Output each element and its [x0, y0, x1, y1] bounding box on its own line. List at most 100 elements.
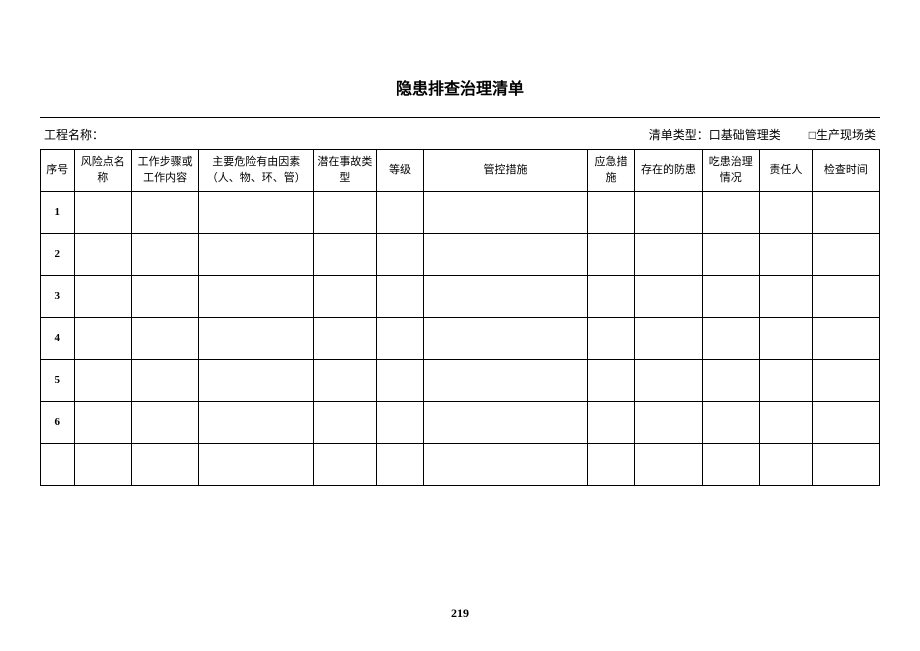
cell [376, 276, 424, 318]
table-row: 3 [41, 276, 880, 318]
table-row: 1 [41, 192, 880, 234]
cell [812, 318, 879, 360]
cell [424, 276, 587, 318]
table-row: 2 [41, 234, 880, 276]
cell [587, 402, 635, 444]
table-row: 5 [41, 360, 880, 402]
cell [314, 444, 376, 486]
cell-seq [41, 444, 75, 486]
cell [376, 234, 424, 276]
cell [812, 192, 879, 234]
cell-seq: 4 [41, 318, 75, 360]
cell [702, 402, 760, 444]
cell [424, 318, 587, 360]
cell [74, 234, 132, 276]
header-factor: 主要危险有由因素（人、物、环、管） [199, 150, 314, 192]
cell [760, 276, 813, 318]
cell [812, 276, 879, 318]
cell [635, 360, 702, 402]
cell [635, 444, 702, 486]
cell [132, 402, 199, 444]
cell [635, 234, 702, 276]
cell [314, 192, 376, 234]
cell [587, 276, 635, 318]
cell [702, 276, 760, 318]
cell [760, 444, 813, 486]
cell-seq: 2 [41, 234, 75, 276]
cell [74, 192, 132, 234]
document-title: 隐患排查治理清单 [40, 75, 880, 99]
table-header-row: 序号 风险点名称 工作步骤或工作内容 主要危险有由因素（人、物、环、管） 潜在事… [41, 150, 880, 192]
cell [424, 402, 587, 444]
cell [635, 192, 702, 234]
header-step: 工作步骤或工作内容 [132, 150, 199, 192]
cell [314, 234, 376, 276]
list-type-section: 清单类型：口基础管理类□生产现场类 [649, 126, 876, 143]
cell-seq: 1 [41, 192, 75, 234]
cell [424, 360, 587, 402]
table-row [41, 444, 880, 486]
cell [132, 318, 199, 360]
cell [812, 360, 879, 402]
cell [587, 318, 635, 360]
header-emergency: 应急措施 [587, 150, 635, 192]
cell [812, 402, 879, 444]
cell [376, 192, 424, 234]
cell [314, 318, 376, 360]
cell [74, 276, 132, 318]
cell [702, 360, 760, 402]
cell [132, 360, 199, 402]
cell [314, 276, 376, 318]
cell [424, 234, 587, 276]
header-risk: 风险点名称 [74, 150, 132, 192]
cell [702, 318, 760, 360]
cell [74, 444, 132, 486]
cell [587, 360, 635, 402]
cell [760, 192, 813, 234]
header-resp: 责任人 [760, 150, 813, 192]
cell [199, 318, 314, 360]
cell [424, 192, 587, 234]
cell [199, 192, 314, 234]
cell [424, 444, 587, 486]
cell [812, 444, 879, 486]
cell-seq: 3 [41, 276, 75, 318]
cell [199, 444, 314, 486]
type-label: 清单类型： [649, 128, 709, 142]
table-row: 4 [41, 318, 880, 360]
header-accident: 潜在事故类型 [314, 150, 376, 192]
header-seq: 序号 [41, 150, 75, 192]
cell [74, 402, 132, 444]
cell [199, 234, 314, 276]
cell [635, 276, 702, 318]
header-exist: 存在的防患 [635, 150, 702, 192]
cell [760, 318, 813, 360]
page-number: 219 [0, 606, 920, 621]
project-name-label: 工程名称： [44, 126, 649, 143]
cell [132, 192, 199, 234]
cell [376, 360, 424, 402]
cell [132, 444, 199, 486]
cell [199, 360, 314, 402]
table-body: 1 2 3 4 5 6 [41, 192, 880, 486]
cell [199, 402, 314, 444]
cell [760, 234, 813, 276]
header-measure: 管控措施 [424, 150, 587, 192]
cell [74, 318, 132, 360]
cell [74, 360, 132, 402]
cell [812, 234, 879, 276]
cell [702, 192, 760, 234]
checklist-table: 序号 风险点名称 工作步骤或工作内容 主要危险有由因素（人、物、环、管） 潜在事… [40, 149, 880, 486]
type-option-1: 口基础管理类 [709, 128, 781, 142]
cell [635, 318, 702, 360]
header-treat: 吃患治理情况 [702, 150, 760, 192]
cell [132, 276, 199, 318]
cell [760, 402, 813, 444]
cell [314, 402, 376, 444]
cell-seq: 6 [41, 402, 75, 444]
meta-row: 工程名称： 清单类型：口基础管理类□生产现场类 [40, 117, 880, 149]
cell [199, 276, 314, 318]
cell [635, 402, 702, 444]
header-level: 等级 [376, 150, 424, 192]
cell [587, 444, 635, 486]
